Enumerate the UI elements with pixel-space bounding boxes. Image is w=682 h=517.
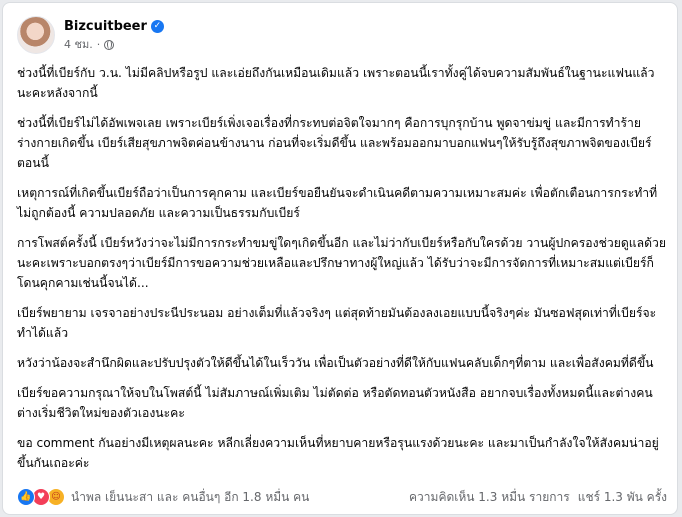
post-paragraph: การโพสต์ครั้งนี้ เบียร์หวังว่าจะไม่มีการ… — [17, 236, 666, 290]
post-paragraph: ขอ comment กันอย่างมีเหตุผลนะคะ หลีกเลี่… — [17, 436, 659, 470]
post-body: ช่วงนี้ที่เบียร์กับ ว.น. ไม่มีคลิปหรือรู… — [17, 63, 667, 473]
comments-count[interactable]: ความคิดเห็น 1.3 หมื่น รายการ — [409, 488, 570, 507]
post-paragraph: เบียร์พยายาม เจรจาอย่างประนีประนอม อย่าง… — [17, 306, 657, 340]
author-avatar[interactable] — [17, 16, 55, 54]
post-footer: 👍 ♥ ☺ นำพล เย็นนะสา และ คนอื่นๆ อีก 1.8 … — [17, 485, 667, 509]
post-paragraph: เหตุการณ์ที่เกิดขึ้นเบียร์ถือว่าเป็นการค… — [17, 186, 658, 220]
reactions-summary[interactable]: 👍 ♥ ☺ นำพล เย็นนะสา และ คนอื่นๆ อีก 1.8 … — [17, 488, 309, 507]
engagement-stats: ความคิดเห็น 1.3 หมื่น รายการ แชร์ 1.3 พั… — [409, 488, 667, 507]
post-paragraph: หวังว่าน้องจะสำนึกผิดและปรับปรุงตัวให้ดี… — [17, 356, 654, 370]
author-meta: Bizcuitbeer ✓ 4 ชม. · — [64, 18, 164, 53]
author-name[interactable]: Bizcuitbeer — [64, 18, 147, 36]
post-meta-row: 4 ชม. · — [64, 37, 164, 53]
public-globe-icon[interactable] — [104, 39, 115, 50]
reactions-count[interactable]: นำพล เย็นนะสา และ คนอื่นๆ อีก 1.8 หมื่น … — [71, 488, 309, 507]
post-timestamp[interactable]: 4 ชม. — [64, 37, 93, 53]
meta-separator: · — [96, 37, 101, 51]
post-paragraph: เบียร์ขอความกรุณาให้จบในโพสต์นี้ ไม่สัมภ… — [17, 386, 653, 420]
post-paragraph: ช่วงนี้ที่เบียร์กับ ว.น. ไม่มีคลิปหรือรู… — [17, 66, 655, 100]
post-card: Bizcuitbeer ✓ 4 ชม. · ช่วงนี้ที่เบียร์กั… — [2, 2, 678, 515]
author-name-row: Bizcuitbeer ✓ — [64, 18, 164, 36]
post-header: Bizcuitbeer ✓ 4 ชม. · — [17, 13, 164, 57]
like-icon: 👍 — [17, 488, 35, 506]
shares-count[interactable]: แชร์ 1.3 พัน ครั้ง — [578, 488, 667, 507]
post-paragraph: ช่วงนี้ที่เบียร์ไม่ได้อัพเพจเลย เพราะเบี… — [17, 116, 652, 170]
verified-badge-icon: ✓ — [150, 20, 164, 33]
